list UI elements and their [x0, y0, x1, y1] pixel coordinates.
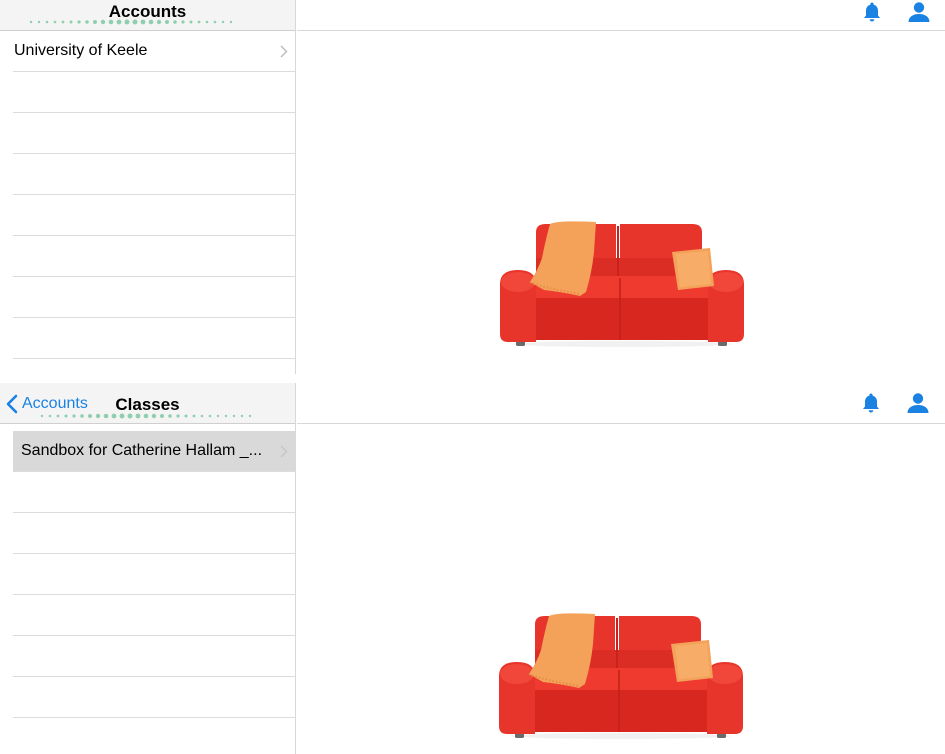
- empty-row: [13, 472, 295, 513]
- empty-row: [13, 318, 295, 359]
- bell-icon[interactable]: [858, 390, 884, 416]
- chevron-right-icon: [273, 45, 295, 58]
- nav-bar: Accounts: [0, 0, 295, 31]
- loading-dots-indicator: [40, 413, 252, 419]
- list-item-account[interactable]: University of Keele: [13, 31, 295, 72]
- empty-row: [13, 236, 295, 277]
- bell-icon[interactable]: [859, 0, 885, 25]
- empty-row: [13, 154, 295, 195]
- empty-row: [13, 595, 295, 636]
- empty-row: [13, 718, 295, 754]
- detail-toolbar: [297, 383, 945, 424]
- list-item-class[interactable]: Sandbox for Catherine Hallam _...: [13, 431, 295, 472]
- sidebar-panel: Accounts University of Keele: [0, 0, 296, 374]
- empty-row: [13, 677, 295, 718]
- sofa-icon: [499, 613, 743, 739]
- classes-screen: Accounts Classes Sandbox for Catherine H…: [0, 383, 945, 754]
- list-item-label: Sandbox for Catherine Hallam _...: [21, 442, 263, 459]
- empty-row: [13, 513, 295, 554]
- chevron-right-icon: [273, 445, 295, 458]
- nav-bar: Accounts Classes: [0, 383, 295, 424]
- accounts-screen: Accounts University of Keele: [0, 0, 945, 374]
- user-icon[interactable]: [906, 0, 932, 25]
- user-icon[interactable]: [905, 390, 931, 416]
- screenshot-divider: [0, 374, 945, 383]
- sidebar-panel: Accounts Classes Sandbox for Catherine H…: [0, 383, 296, 754]
- detail-panel: [297, 383, 945, 754]
- empty-row: [13, 636, 295, 677]
- page-title: Classes: [115, 395, 180, 414]
- empty-row: [13, 277, 295, 318]
- empty-row: [13, 195, 295, 236]
- detail-panel: [297, 0, 945, 374]
- sofa-icon: [500, 221, 744, 347]
- loading-dots-indicator: [29, 19, 233, 25]
- empty-row: [13, 113, 295, 154]
- empty-row: [13, 72, 295, 113]
- list-item-label: University of Keele: [14, 42, 148, 59]
- detail-toolbar: [297, 0, 945, 31]
- empty-row: [13, 554, 295, 595]
